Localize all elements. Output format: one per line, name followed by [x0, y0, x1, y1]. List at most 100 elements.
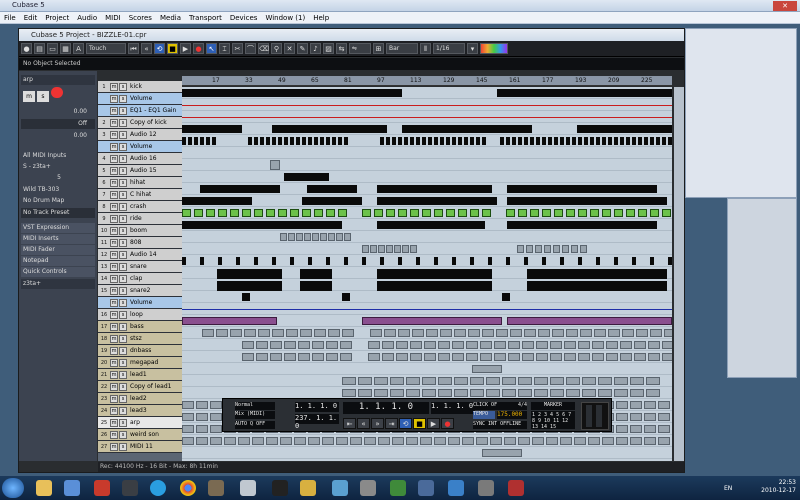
track-lane[interactable]	[182, 231, 672, 243]
midi-event[interactable]	[426, 329, 438, 337]
midi-event[interactable]	[270, 341, 282, 349]
midi-event[interactable]	[280, 437, 292, 445]
midi-event[interactable]	[196, 401, 208, 409]
color-swatch[interactable]	[480, 43, 508, 54]
section-vst-expression[interactable]: VST Expression	[21, 223, 95, 233]
mute-button[interactable]: m	[110, 358, 118, 367]
system-clock[interactable]: 22:53 2010-12-17	[761, 479, 796, 495]
stop-button[interactable]: ■	[167, 43, 178, 54]
audio-event[interactable]	[260, 137, 264, 145]
track-row[interactable]: 12 m s Audio 14	[98, 249, 182, 261]
audio-event[interactable]	[206, 137, 210, 145]
overview-toggle-icon[interactable]: ▦	[60, 43, 71, 54]
autoscroll-icon[interactable]: ⇆	[336, 43, 347, 54]
midi-event[interactable]	[326, 341, 338, 349]
midi-event[interactable]	[312, 233, 319, 241]
audio-event[interactable]	[578, 137, 582, 145]
midi-event[interactable]	[562, 245, 569, 253]
time-signature[interactable]: 4/4	[497, 402, 527, 410]
vertical-scrollbar[interactable]	[674, 87, 684, 461]
midi-event[interactable]	[494, 353, 506, 361]
audio-event[interactable]	[662, 137, 666, 145]
midi-event[interactable]	[242, 353, 254, 361]
snap-type-select[interactable]: ⇋	[349, 43, 371, 54]
midi-event[interactable]	[384, 329, 396, 337]
audio-event[interactable]	[200, 257, 204, 265]
audio-event[interactable]	[650, 137, 654, 145]
solo-button[interactable]: s	[119, 250, 127, 259]
object-select-tool-icon[interactable]: ↖	[206, 43, 217, 54]
audio-event[interactable]	[458, 209, 467, 217]
midi-event[interactable]	[616, 437, 628, 445]
mute-button[interactable]: m	[110, 250, 118, 259]
midi-event[interactable]	[300, 329, 312, 337]
secondary-position[interactable]: 1. 1. 1. 0	[431, 402, 475, 414]
midi-event[interactable]	[328, 233, 335, 241]
mute-button[interactable]: m	[110, 214, 118, 223]
glue-tool-icon[interactable]: ⌒	[245, 43, 256, 54]
midi-event[interactable]	[536, 341, 548, 349]
track-row[interactable]: 6 m s hihat	[98, 177, 182, 189]
auto-quantize[interactable]: AUTO Q OFF	[235, 421, 275, 429]
midi-event[interactable]	[598, 389, 612, 397]
midi-event[interactable]	[438, 341, 450, 349]
audio-event[interactable]	[632, 257, 636, 265]
midi-event[interactable]	[578, 341, 590, 349]
midi-event[interactable]	[546, 437, 558, 445]
midi-event[interactable]	[396, 341, 408, 349]
midi-event[interactable]	[182, 425, 194, 433]
audio-event[interactable]	[188, 137, 192, 145]
audio-event[interactable]	[507, 197, 667, 205]
midi-event[interactable]	[406, 437, 418, 445]
infoline-toggle-icon[interactable]: ▭	[47, 43, 58, 54]
track-lane[interactable]	[182, 291, 672, 303]
grid-type-select[interactable]: Bar	[386, 43, 418, 54]
midi-event[interactable]	[634, 353, 646, 361]
solo-button[interactable]: s	[119, 238, 127, 247]
menu-item-midi[interactable]: MIDI	[105, 14, 121, 22]
audio-event[interactable]	[386, 137, 390, 145]
midi-event[interactable]	[362, 245, 369, 253]
midi-event[interactable]	[518, 389, 532, 397]
audio-event[interactable]	[518, 209, 527, 217]
midi-event[interactable]	[216, 329, 228, 337]
midi-event[interactable]	[630, 401, 642, 409]
audio-event[interactable]	[638, 209, 647, 217]
audio-event[interactable]	[217, 269, 282, 279]
audio-event[interactable]	[308, 137, 312, 145]
midi-event[interactable]	[470, 389, 484, 397]
track-row[interactable]: 21 m s lead1	[98, 369, 182, 381]
audio-event[interactable]	[524, 257, 528, 265]
audio-event[interactable]	[392, 137, 396, 145]
midi-event[interactable]	[340, 353, 352, 361]
track-lane[interactable]	[182, 159, 672, 171]
track-row[interactable]: 9 m s ride	[98, 213, 182, 225]
audio-event[interactable]	[416, 137, 420, 145]
audio-event[interactable]	[254, 137, 258, 145]
split-tool-icon[interactable]: ✂	[232, 43, 243, 54]
audio-event[interactable]	[656, 137, 660, 145]
zoom-tool-icon[interactable]: ⚲	[271, 43, 282, 54]
audio-event[interactable]	[272, 125, 387, 133]
midi-event[interactable]	[466, 341, 478, 349]
midi-event[interactable]	[630, 425, 642, 433]
audio-event[interactable]	[326, 257, 330, 265]
track-row[interactable]: m s Volume	[98, 297, 182, 309]
solo-button[interactable]: s	[119, 334, 127, 343]
midi-event[interactable]	[326, 353, 338, 361]
midi-event[interactable]	[482, 449, 522, 457]
audio-event[interactable]	[626, 137, 630, 145]
audio-event[interactable]	[320, 137, 324, 145]
midi-event[interactable]	[242, 341, 254, 349]
track-row[interactable]: 4 m s Audio 16	[98, 153, 182, 165]
record-button[interactable]: ●	[193, 43, 204, 54]
midi-event[interactable]	[286, 329, 298, 337]
forward-transport-button[interactable]: »	[371, 418, 384, 429]
go-start-button[interactable]: ⏮	[128, 43, 139, 54]
app-icon-9[interactable]	[272, 480, 288, 496]
audio-event[interactable]	[290, 137, 294, 145]
midi-event[interactable]	[504, 437, 516, 445]
mute-button[interactable]: m	[110, 418, 118, 427]
go-left-button[interactable]: ⇤	[343, 418, 356, 429]
midi-event[interactable]	[452, 353, 464, 361]
